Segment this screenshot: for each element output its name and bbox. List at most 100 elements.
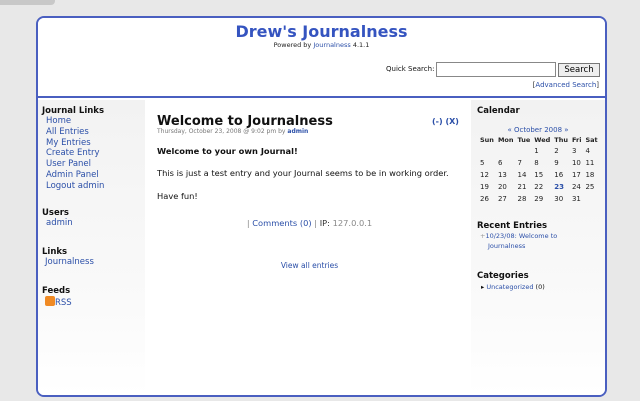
calendar-day: 30 — [554, 195, 564, 203]
nav-admin-panel[interactable]: Admin Panel — [46, 170, 104, 181]
calendar-day — [478, 145, 496, 157]
calendar-day: 25 — [585, 183, 595, 191]
right-sidebar: Calendar « October 2008 » Sun Mon Tue Wed Th… — [471, 100, 605, 395]
calendar-day-today[interactable]: 23 — [552, 181, 570, 193]
calendar-weekdays: Sun Mon Tue Wed Thu Fri Sat — [478, 135, 600, 145]
entry-closing: Have fun! — [157, 191, 198, 201]
calendar-day: 28 — [517, 195, 527, 203]
collapse-button[interactable]: (-) — [432, 117, 443, 126]
entry-title[interactable]: Welcome to Journalness — [157, 114, 333, 129]
calendar-day: 22 — [534, 183, 544, 191]
rss-label: RSS — [55, 298, 72, 308]
journal-links-heading: Journal Links — [42, 106, 104, 116]
calendar-month: October 2008 — [513, 126, 563, 134]
calendar-day: 10 — [571, 159, 581, 167]
calendar-day: 8 — [534, 159, 539, 167]
calendar-week: 5 6 7 8 9 10 11 — [478, 157, 600, 169]
advanced-search-link[interactable]: Advanced Search — [535, 81, 596, 89]
recent-entry-link[interactable]: +10/23/08: Welcome to Journalness — [480, 232, 557, 251]
calendar-day: 15 — [534, 171, 544, 179]
user-admin[interactable]: admin — [46, 218, 73, 229]
entry: Welcome to Journalness — [157, 114, 333, 129]
journalness-link[interactable]: Journalness — [313, 41, 350, 49]
calendar-day: 2 — [554, 147, 559, 155]
calendar-day: 31 — [571, 195, 581, 203]
quick-search-input[interactable] — [436, 62, 556, 77]
rss-icon — [45, 296, 55, 306]
comments-link[interactable]: Comments (0) — [252, 218, 311, 228]
prev-month-button[interactable]: « — [507, 126, 511, 134]
nav-create-entry[interactable]: Create Entry — [46, 148, 104, 159]
calendar-day: 12 — [480, 171, 489, 179]
view-all-entries-link[interactable]: View all entries — [281, 261, 338, 270]
link-journalness[interactable]: Journalness — [45, 257, 94, 268]
advanced-search: [Advanced Search] — [532, 81, 599, 89]
calendar-day: 7 — [517, 159, 522, 167]
entry-actions: (-) (X) — [432, 117, 459, 126]
calendar-day: 16 — [554, 171, 564, 179]
calendar-month-nav: « October 2008 » — [471, 126, 605, 134]
calendar-day: 19 — [480, 183, 489, 191]
weekday-header: Thu — [554, 136, 568, 144]
next-month-button[interactable]: » — [564, 126, 568, 134]
entry-paragraph: This is just a test entry and your Journ… — [157, 168, 449, 178]
calendar-day: 21 — [517, 183, 527, 191]
calendar-day: 29 — [534, 195, 544, 203]
calendar-day: 9 — [554, 159, 559, 167]
category-count: (0) — [535, 283, 545, 291]
calendar-day: 13 — [497, 171, 507, 179]
calendar-day: 27 — [497, 195, 507, 203]
weekday-header: Tue — [517, 136, 531, 144]
calendar-day: 17 — [571, 171, 581, 179]
view-all-wrap: View all entries — [145, 261, 474, 270]
weekday-header: Sat — [585, 136, 598, 144]
calendar-table: Sun Mon Tue Wed Thu Fri Sat 1 2 3 4 5 6 7 8 9 10 11 12 13 14… — [478, 135, 600, 205]
calendar-heading: Calendar — [477, 106, 520, 116]
calendar-day — [583, 193, 599, 205]
search-button[interactable]: Search — [558, 63, 600, 77]
category-item: ▸ Uncategorized (0) — [481, 283, 545, 291]
page-frame: Drew's Journalness Powered by Journalnes… — [36, 16, 607, 397]
ip-label: IP: — [319, 218, 330, 228]
categories-heading: Categories — [477, 271, 529, 281]
nav-user-panel[interactable]: User Panel — [46, 159, 104, 170]
nav-my-entries[interactable]: My Entries — [46, 138, 104, 149]
nav-all-entries[interactable]: All Entries — [46, 127, 104, 138]
recent-entry-line2: Journalness — [488, 241, 526, 250]
users-heading: Users — [42, 208, 69, 218]
calendar-day: 3 — [571, 147, 577, 155]
feeds-heading: Feeds — [42, 286, 71, 296]
entry-date: Thursday, October 23, 2008 @ 9:02 pm by — [157, 128, 286, 135]
left-sidebar: Journal Links Home All Entries My Entrie… — [38, 100, 145, 395]
calendar-day: 5 — [480, 159, 485, 167]
journal-links-list: Home All Entries My Entries Create Entry… — [46, 116, 104, 192]
calendar-day: 14 — [517, 171, 527, 179]
calendar-week: 26 27 28 29 30 31 — [478, 193, 600, 205]
category-uncategorized-link[interactable]: Uncategorized — [486, 283, 533, 291]
entry-footer: | Comments (0) | IP: 127.0.0.1 — [246, 218, 373, 228]
calendar-day: 1 — [534, 147, 539, 155]
calendar-week: 19 20 21 22 23 24 25 — [478, 181, 600, 193]
quick-search-label: Quick Search: — [386, 65, 435, 73]
entry-author[interactable]: admin — [287, 128, 308, 135]
weekday-header: Wed — [534, 136, 551, 144]
calendar-day: 20 — [497, 183, 507, 191]
calendar-day: 18 — [585, 171, 595, 179]
calendar-day: 4 — [585, 147, 590, 155]
header: Drew's Journalness Powered by Journalnes… — [38, 18, 605, 98]
weekday-header: Fri — [571, 136, 582, 144]
arrow-icon: ▸ — [481, 283, 485, 291]
recent-entry-line1: 10/23/08: Welcome to — [485, 232, 558, 240]
nav-home[interactable]: Home — [46, 116, 104, 127]
entry-heading: Welcome to your own Journal! — [157, 146, 298, 156]
powered-by: Powered by Journalness 4.1.1 — [38, 41, 605, 49]
weekday-header: Mon — [497, 136, 514, 144]
delete-button[interactable]: (X) — [445, 117, 458, 126]
recent-entries-heading: Recent Entries — [477, 221, 548, 231]
calendar-week: 1 2 34 — [478, 145, 600, 157]
calendar-day — [496, 145, 516, 157]
weekday-header: Sun — [480, 136, 494, 144]
rss-link[interactable]: RSS — [45, 296, 72, 309]
calendar-day — [516, 145, 533, 157]
nav-logout[interactable]: Logout admin — [46, 181, 104, 192]
